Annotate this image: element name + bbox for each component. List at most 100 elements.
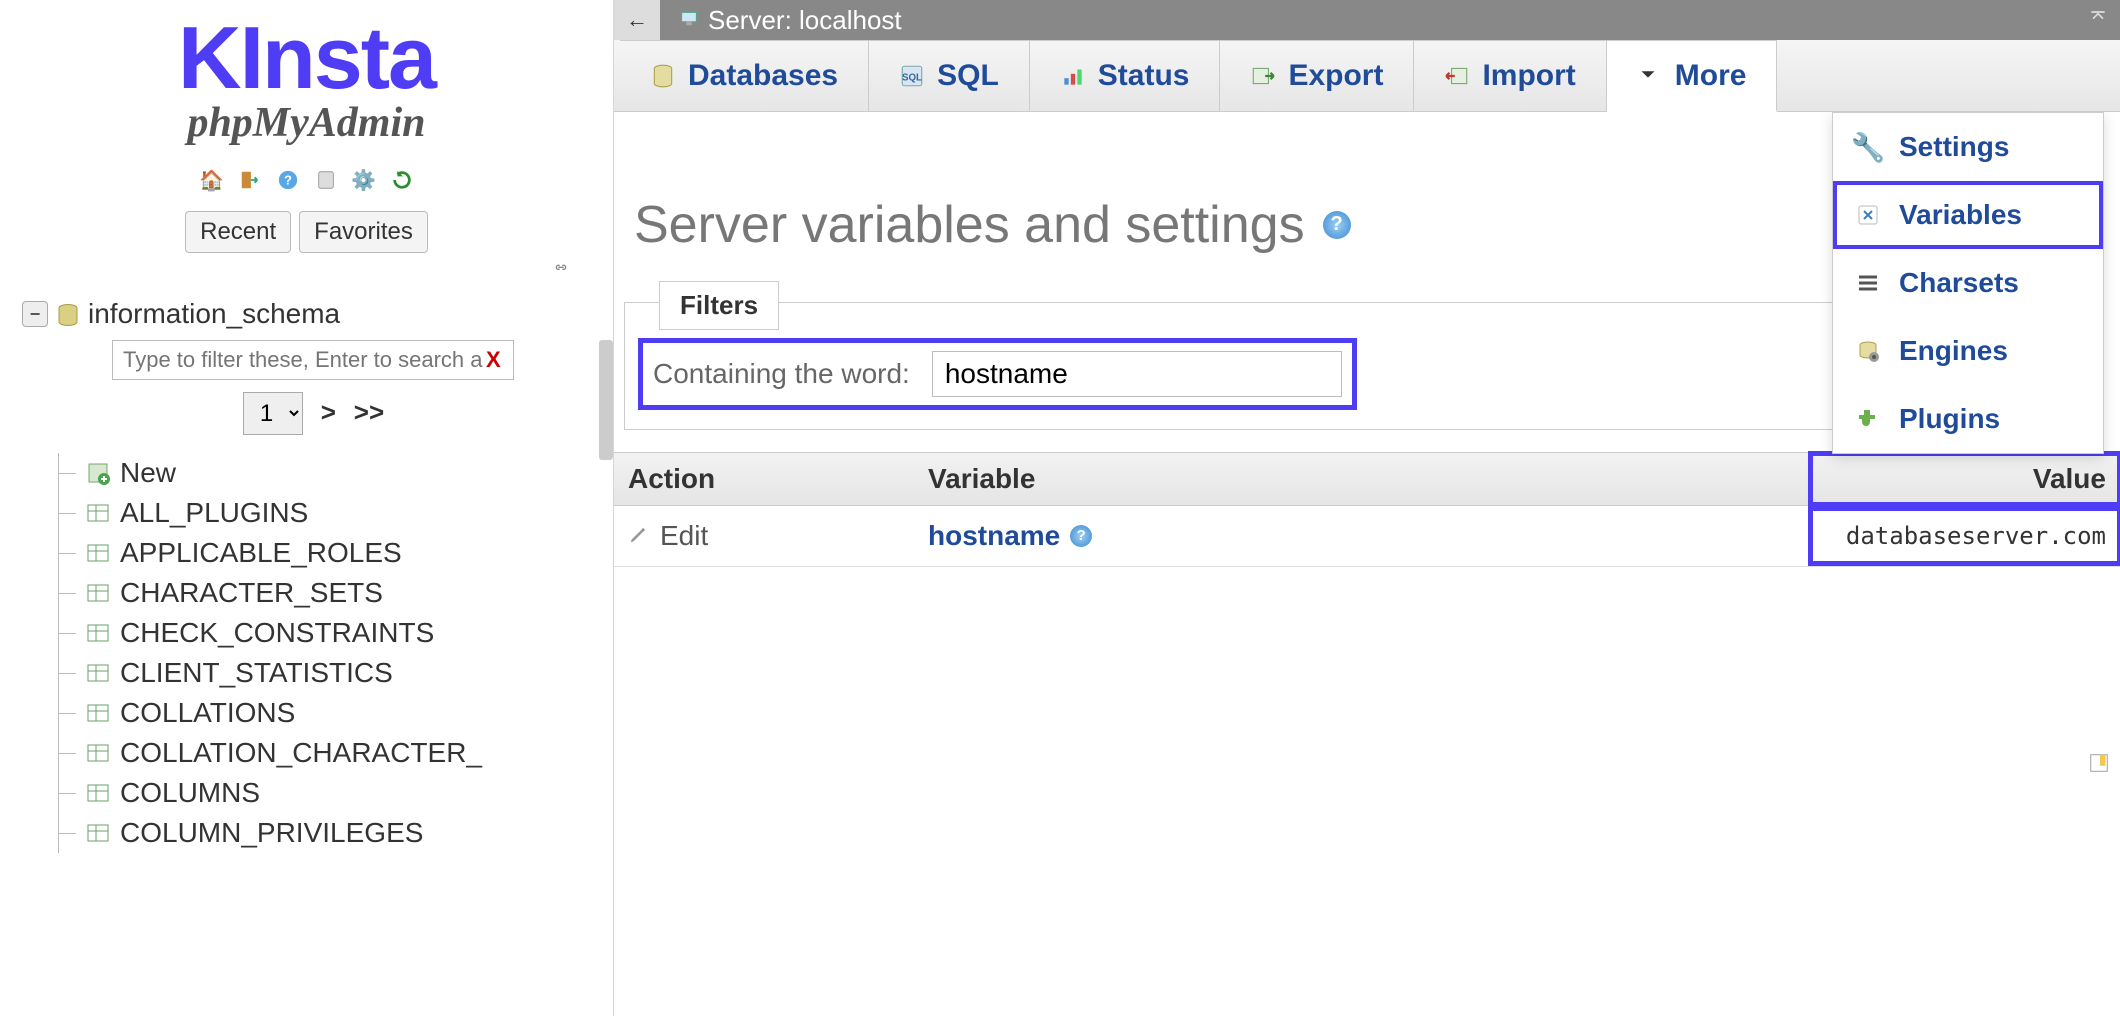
home-icon[interactable]: 🏠 bbox=[199, 167, 225, 193]
tab-more[interactable]: More bbox=[1607, 40, 1778, 112]
breadcrumb-server[interactable]: Server: localhost bbox=[678, 5, 902, 36]
grid-header: Action Variable Value bbox=[614, 453, 2120, 506]
docs-icon[interactable]: ? bbox=[275, 167, 301, 193]
tab-label: Status bbox=[1098, 59, 1190, 93]
tree-table-label: CHECK_CONSTRAINTS bbox=[120, 617, 434, 649]
dropdown-engines[interactable]: Engines bbox=[1833, 317, 2103, 385]
row-variable[interactable]: hostname ? bbox=[914, 506, 1810, 566]
help-icon[interactable]: ? bbox=[1070, 525, 1092, 547]
col-variable: Variable bbox=[914, 453, 1810, 505]
dropdown-settings[interactable]: 🔧 Settings bbox=[1833, 113, 2103, 181]
table-icon bbox=[86, 581, 110, 605]
tree-table[interactable]: COLUMNS bbox=[86, 773, 605, 813]
bookmark-icon[interactable] bbox=[2088, 752, 2110, 780]
logo[interactable]: KInsta phpMyAdmin bbox=[178, 0, 435, 153]
collapse-top-icon[interactable] bbox=[2086, 7, 2110, 33]
containing-label: Containing the word: bbox=[653, 358, 910, 390]
dropdown-label: Settings bbox=[1899, 131, 2009, 163]
table-icon bbox=[86, 621, 110, 645]
svg-text:?: ? bbox=[284, 173, 292, 188]
engines-icon bbox=[1855, 338, 1881, 364]
tree-page-next[interactable]: > bbox=[321, 397, 336, 427]
db-name[interactable]: information_schema bbox=[88, 298, 340, 330]
tree-table[interactable]: CLIENT_STATISTICS bbox=[86, 653, 605, 693]
tree-table[interactable]: CHARACTER_SETS bbox=[86, 573, 605, 613]
main: ← Server: localhost Databases SQL SQL bbox=[614, 0, 2120, 1016]
containing-word-row: Containing the word: bbox=[643, 343, 1352, 405]
help-icon[interactable]: ? bbox=[1323, 211, 1351, 239]
page-title: Server variables and settings bbox=[634, 195, 1305, 255]
col-action: Action bbox=[614, 453, 914, 505]
tree-table[interactable]: CHECK_CONSTRAINTS bbox=[86, 613, 605, 653]
dropdown-plugins[interactable]: Plugins bbox=[1833, 385, 2103, 453]
plugin-icon bbox=[1855, 406, 1881, 432]
tree-children: New ALL_PLUGINS APPLICABLE_ROLES CHARACT… bbox=[86, 453, 605, 853]
tree-new[interactable]: New bbox=[86, 453, 605, 493]
tree-table[interactable]: ALL_PLUGINS bbox=[86, 493, 605, 533]
back-button[interactable]: ← bbox=[614, 0, 660, 40]
table-icon bbox=[86, 781, 110, 805]
grid-row: Edit hostname ? databaseserver.com bbox=[614, 506, 2120, 567]
table-icon bbox=[86, 661, 110, 685]
clear-filter-icon[interactable]: X bbox=[486, 347, 501, 373]
logout-icon[interactable] bbox=[237, 167, 263, 193]
tree-table[interactable]: COLLATIONS bbox=[86, 693, 605, 733]
tree-table-label: COLLATIONS bbox=[120, 697, 295, 729]
import-icon bbox=[1444, 63, 1470, 89]
tree-table-label: COLUMNS bbox=[120, 777, 260, 809]
breadcrumb-bar: ← Server: localhost bbox=[614, 0, 2120, 40]
tree-page-select[interactable]: 1 bbox=[243, 392, 303, 435]
reload-icon[interactable] bbox=[389, 167, 415, 193]
sidebar: KInsta phpMyAdmin 🏠 ? ⚙️ Recent Favorite… bbox=[0, 0, 614, 1016]
tab-export[interactable]: Export bbox=[1220, 40, 1414, 111]
chevron-down-icon bbox=[1637, 63, 1663, 89]
sql-icon[interactable] bbox=[313, 167, 339, 193]
tab-databases[interactable]: Databases bbox=[620, 40, 869, 111]
tab-label: SQL bbox=[937, 59, 999, 93]
link-icon[interactable] bbox=[549, 261, 573, 284]
tab-label: More bbox=[1675, 59, 1747, 93]
row-edit[interactable]: Edit bbox=[614, 506, 914, 566]
more-dropdown: 🔧 Settings Variables Charsets bbox=[1832, 112, 2104, 454]
tab-label: Import bbox=[1482, 59, 1575, 93]
dropdown-label: Charsets bbox=[1899, 267, 2019, 299]
tree-table-label: CLIENT_STATISTICS bbox=[120, 657, 393, 689]
tree-new-label: New bbox=[120, 457, 176, 489]
content-area: 🔧 Settings Variables Charsets bbox=[614, 112, 2120, 1016]
variables-icon bbox=[1855, 202, 1881, 228]
collapse-icon[interactable]: − bbox=[22, 301, 48, 327]
row-edit-label: Edit bbox=[660, 520, 708, 552]
settings-gear-icon[interactable]: ⚙️ bbox=[351, 167, 377, 193]
logo-phpmyadmin: phpMyAdmin bbox=[178, 99, 435, 147]
table-icon bbox=[86, 821, 110, 845]
dropdown-variables[interactable]: Variables bbox=[1833, 181, 2103, 249]
tab-recent[interactable]: Recent bbox=[185, 211, 291, 253]
tree-table[interactable]: COLLATION_CHARACTER_ bbox=[86, 733, 605, 773]
server-icon bbox=[678, 5, 700, 36]
table-icon bbox=[86, 541, 110, 565]
tab-label: Export bbox=[1288, 59, 1383, 93]
sidebar-scrollbar[interactable] bbox=[599, 340, 613, 460]
status-icon bbox=[1060, 63, 1086, 89]
table-icon bbox=[86, 741, 110, 765]
db-tree: − information_schema X 1 > >> bbox=[0, 288, 613, 1016]
tab-status[interactable]: Status bbox=[1030, 40, 1221, 111]
tree-table[interactable]: COLUMN_PRIVILEGES bbox=[86, 813, 605, 853]
tree-page-last[interactable]: >> bbox=[354, 397, 384, 427]
db-root-node[interactable]: − information_schema bbox=[22, 298, 605, 330]
containing-input[interactable] bbox=[932, 351, 1342, 397]
tree-table-label: APPLICABLE_ROLES bbox=[120, 537, 402, 569]
dropdown-label: Plugins bbox=[1899, 403, 2000, 435]
tab-sql[interactable]: SQL SQL bbox=[869, 40, 1030, 111]
tab-import[interactable]: Import bbox=[1414, 40, 1606, 111]
dropdown-charsets[interactable]: Charsets bbox=[1833, 249, 2103, 317]
wrench-icon: 🔧 bbox=[1855, 134, 1881, 160]
tree-table-label: COLLATION_CHARACTER_ bbox=[120, 737, 482, 769]
row-variable-label: hostname bbox=[928, 520, 1060, 552]
tree-filter-input[interactable] bbox=[112, 340, 514, 380]
tab-favorites[interactable]: Favorites bbox=[299, 211, 428, 253]
charsets-icon bbox=[1855, 270, 1881, 296]
tree-table-label: CHARACTER_SETS bbox=[120, 577, 383, 609]
table-icon bbox=[86, 501, 110, 525]
tree-table[interactable]: APPLICABLE_ROLES bbox=[86, 533, 605, 573]
